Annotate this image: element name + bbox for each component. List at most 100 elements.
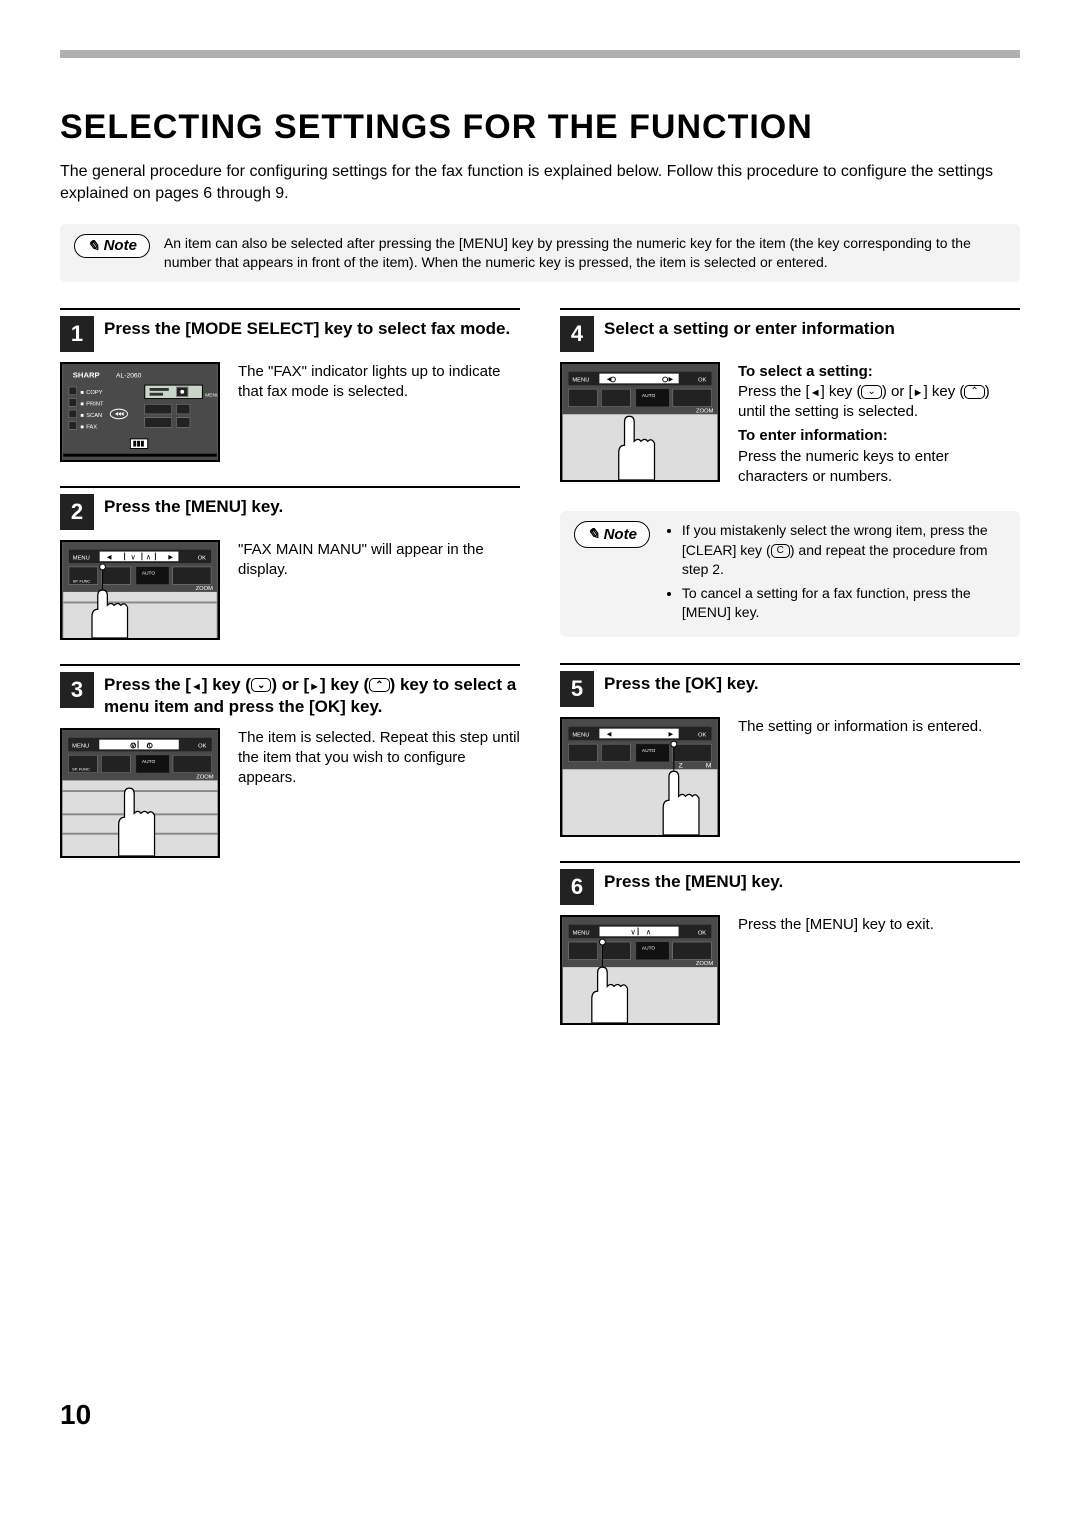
right-arrow-icon: ► <box>913 387 924 399</box>
step-body-text: The "FAX" indicator lights up to indicat… <box>238 362 520 403</box>
step-number: 1 <box>60 316 94 352</box>
step-3: 3 Press the [◄] key (⌄) or [►] key (⌃) k… <box>60 664 520 858</box>
svg-text:AUTO: AUTO <box>642 392 656 398</box>
svg-text:Z: Z <box>679 762 683 769</box>
step-number: 5 <box>560 671 594 707</box>
control-panel-illustration: MENU OK ◄ ► ∨ ∧ AUTO SP. FUNC ZOOM <box>60 540 220 640</box>
svg-text:SP. FUNC: SP. FUNC <box>72 766 90 771</box>
step-number: 2 <box>60 494 94 530</box>
svg-text:■: ■ <box>80 401 84 407</box>
page-number: 10 <box>60 1399 1020 1431</box>
svg-text:∨: ∨ <box>130 552 136 561</box>
step-4: 4 Select a setting or enter information … <box>560 308 1020 488</box>
note-label: Note <box>604 524 637 545</box>
svg-text:OK: OK <box>698 930 706 936</box>
svg-text:COPY: COPY <box>86 389 102 395</box>
svg-text:SCAN: SCAN <box>86 412 102 418</box>
svg-text:∧: ∧ <box>646 927 652 936</box>
note-top: ✎ Note An item can also be selected afte… <box>60 224 1020 282</box>
enter-heading: To enter information: <box>738 426 1020 446</box>
control-panel-illustration: MENU OK ◄► AUTO Z M <box>560 717 720 837</box>
step-number: 4 <box>560 316 594 352</box>
left-arrow-icon: ◄ <box>810 387 821 399</box>
svg-text:■: ■ <box>80 424 84 430</box>
svg-text:ZOOM: ZOOM <box>696 408 714 414</box>
svg-text:MENU: MENU <box>573 930 590 936</box>
svg-text:MENU: MENU <box>73 555 90 561</box>
down-key-icon: ⌄ <box>861 385 881 399</box>
step-2: 2 Press the [MENU] key. MENU OK ◄ ► ∨ ∧ <box>60 486 520 640</box>
svg-text:◄: ◄ <box>605 729 613 738</box>
right-column: 4 Select a setting or enter information … <box>560 308 1020 1049</box>
control-panel-illustration: MENU OK ∨ ∧ AUTO ZOOM <box>560 915 720 1025</box>
note-middle: ✎ Note If you mistakenly select the wron… <box>560 511 1020 637</box>
svg-text:OK: OK <box>198 743 207 749</box>
svg-text:►: ► <box>667 374 675 383</box>
pencil-icon: ✎ <box>587 524 600 545</box>
step-title: Press the [◄] key (⌄) or [►] key (⌃) key… <box>104 672 520 718</box>
svg-text:OK: OK <box>698 732 707 738</box>
step-title: Press the [MENU] key. <box>604 869 783 893</box>
svg-text:ZOOM: ZOOM <box>196 586 213 592</box>
svg-text:AUTO: AUTO <box>142 759 156 765</box>
device-panel-illustration: SHARP AL-2060 ■COPY ■PRINT ■SCAN ■FAX ME… <box>60 362 220 462</box>
note-text: An item can also be selected after press… <box>164 234 1006 272</box>
svg-text:■: ■ <box>80 389 84 395</box>
svg-text:∨: ∨ <box>630 927 636 936</box>
control-panel-illustration: MENU OK ◄► AUTO ZOOM <box>560 362 720 482</box>
svg-text:AUTO: AUTO <box>642 946 656 952</box>
up-key-icon: ⌃ <box>369 678 389 692</box>
svg-text:SP. FUNC: SP. FUNC <box>73 579 91 583</box>
control-panel-illustration: MENU OK ∨ ∧ AUTO SP. FUNC ZOOM <box>60 728 220 858</box>
svg-text:MENU: MENU <box>572 732 589 738</box>
step-number: 3 <box>60 672 94 708</box>
svg-text:OK: OK <box>698 377 707 383</box>
svg-text:ZOOM: ZOOM <box>696 961 713 967</box>
down-key-icon: ⌄ <box>251 678 271 692</box>
step-body-text: To select a setting: Press the [◄] key (… <box>738 362 1020 488</box>
up-key-icon: ⌃ <box>964 385 984 399</box>
page-title: SELECTING SETTINGS FOR THE FUNCTION <box>60 108 1020 147</box>
svg-text:FAX: FAX <box>86 424 97 430</box>
step-body-text: The setting or information is entered. <box>738 717 982 737</box>
svg-text:ZOOM: ZOOM <box>196 774 214 780</box>
svg-text:■: ■ <box>80 412 84 418</box>
svg-text:►: ► <box>167 552 175 561</box>
svg-text:AUTO: AUTO <box>642 748 656 754</box>
step-6: 6 Press the [MENU] key. MENU OK ∨ ∧ AUTO <box>560 861 1020 1025</box>
top-rule <box>60 50 1020 58</box>
step-body-text: "FAX MAIN MANU" will appear in the displ… <box>238 540 520 581</box>
svg-text:OK: OK <box>198 555 206 561</box>
left-arrow-icon: ◄ <box>191 681 202 693</box>
svg-text:PRINT: PRINT <box>86 401 104 407</box>
step-1: 1 Press the [MODE SELECT] key to select … <box>60 308 520 462</box>
clear-key-icon: C <box>771 544 790 558</box>
enter-text: Press the numeric keys to enter characte… <box>738 448 949 485</box>
step-5: 5 Press the [OK] key. MENU OK ◄ ► AUTO <box>560 663 1020 837</box>
step-title: Press the [OK] key. <box>604 671 759 695</box>
note-bullet: If you mistakenly select the wrong item,… <box>682 521 1006 580</box>
step-number: 6 <box>560 869 594 905</box>
brand-label: SHARP <box>73 370 100 379</box>
pencil-icon: ✎ <box>87 237 100 255</box>
left-column: 1 Press the [MODE SELECT] key to select … <box>60 308 520 1049</box>
svg-text:MENU: MENU <box>72 743 89 749</box>
svg-text:MENU: MENU <box>572 377 589 383</box>
note-bullet: To cancel a setting for a fax function, … <box>682 584 1006 623</box>
svg-text:►: ► <box>667 729 675 738</box>
note-pill: ✎ Note <box>74 234 150 258</box>
step-body-text: The item is selected. Repeat this step u… <box>238 728 520 789</box>
svg-text:MENU: MENU <box>205 392 218 398</box>
select-heading: To select a setting: <box>738 362 1020 382</box>
svg-text:AUTO: AUTO <box>142 570 155 576</box>
step-title: Select a setting or enter information <box>604 316 895 340</box>
svg-text:◄: ◄ <box>105 552 113 561</box>
model-label: AL-2060 <box>116 372 142 379</box>
note-label: Note <box>104 237 137 254</box>
note-pill: ✎ Note <box>574 521 650 548</box>
step-title: Press the [MODE SELECT] key to select fa… <box>104 316 510 340</box>
intro-text: The general procedure for configuring se… <box>60 161 1020 206</box>
right-arrow-icon: ► <box>309 681 320 693</box>
step-title: Press the [MENU] key. <box>104 494 283 518</box>
svg-text:∧: ∧ <box>146 552 152 561</box>
